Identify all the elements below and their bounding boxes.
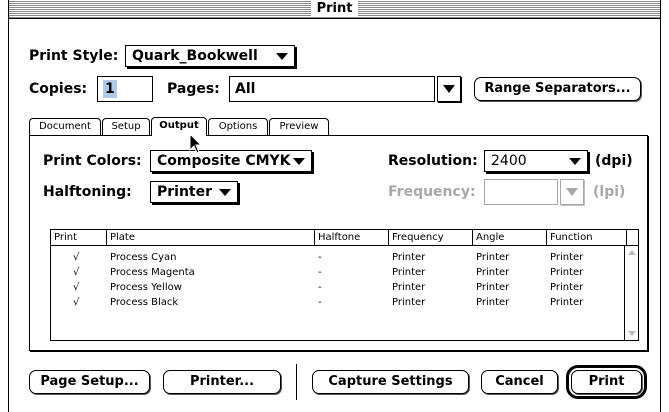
copies-field[interactable]: 1 — [97, 76, 153, 102]
window-title: Print — [310, 1, 359, 17]
frequency-label: Frequency: — [388, 184, 476, 200]
column-header-plate[interactable]: Plate — [106, 230, 314, 246]
print-colors-popup[interactable]: Composite CMYK — [150, 150, 312, 172]
cell-angle: Printer — [476, 267, 510, 278]
column-header-print[interactable]: Print — [51, 230, 106, 246]
tab-output[interactable]: Output — [151, 117, 207, 136]
plates-scrollbar[interactable] — [624, 246, 638, 340]
cell-function: Printer — [550, 297, 584, 308]
cell-angle: Printer — [476, 282, 510, 293]
cell-angle: Printer — [476, 252, 510, 263]
triangle-down-icon — [443, 85, 455, 93]
button-divider — [296, 364, 297, 400]
frequency-dropdown-button — [560, 179, 584, 205]
chevron-down-icon — [276, 53, 288, 60]
resolution-value: 2400 — [491, 153, 527, 169]
capture-settings-button[interactable]: Capture Settings — [312, 370, 469, 394]
tab-options[interactable]: Options — [208, 118, 268, 135]
tab-setup[interactable]: Setup — [102, 118, 150, 135]
frequency-unit: (lpi) — [593, 184, 626, 200]
frequency-field — [484, 179, 558, 205]
scroll-down-icon[interactable] — [628, 331, 636, 336]
pages-dropdown-button[interactable] — [437, 76, 461, 102]
printer-button[interactable]: Printer... — [163, 370, 281, 394]
cell-print[interactable]: √ — [73, 265, 79, 280]
column-header-halftone[interactable]: Halftone — [314, 230, 388, 246]
print-colors-label: Print Colors: — [43, 153, 142, 169]
cell-frequency: Printer — [392, 282, 426, 293]
cell-angle: Printer — [476, 297, 510, 308]
cell-plate: Process Cyan — [110, 252, 177, 263]
cell-print[interactable]: √ — [73, 280, 79, 295]
print-dialog: Print Print Style: Quark_Bookwell Copies… — [8, 0, 661, 412]
cell-print[interactable]: √ — [73, 295, 79, 310]
resolution-unit: (dpi) — [595, 153, 633, 169]
chevron-down-icon — [569, 158, 581, 165]
cell-plate: Process Black — [110, 297, 179, 308]
column-header-angle[interactable]: Angle — [472, 230, 546, 246]
cell-plate: Process Magenta — [110, 267, 195, 278]
halftoning-value: Printer — [157, 184, 213, 200]
copies-label: Copies: — [29, 81, 88, 97]
cell-frequency: Printer — [392, 267, 426, 278]
cell-halftone: - — [318, 282, 322, 293]
plates-table[interactable]: Print Plate Halftone Frequency Angle Fun… — [50, 229, 639, 341]
print-style-label: Print Style: — [29, 48, 119, 64]
cell-print[interactable]: √ — [73, 250, 79, 265]
print-button[interactable]: Print — [566, 365, 647, 399]
cancel-button[interactable]: Cancel — [481, 370, 558, 394]
halftoning-popup[interactable]: Printer — [150, 181, 238, 203]
tab-document[interactable]: Document — [29, 118, 101, 135]
arrow-cursor-icon — [189, 133, 203, 154]
title-bar[interactable]: Print — [9, 0, 660, 19]
chevron-down-icon — [219, 189, 231, 196]
column-header-frequency[interactable]: Frequency — [388, 230, 472, 246]
copies-value: 1 — [103, 80, 117, 98]
cell-plate: Process Yellow — [110, 282, 182, 293]
print-style-popup[interactable]: Quark_Bookwell — [125, 45, 295, 67]
print-colors-value: Composite CMYK — [157, 153, 291, 169]
cell-function: Printer — [550, 282, 584, 293]
resolution-label: Resolution: — [388, 153, 478, 169]
column-header-spacer — [626, 230, 638, 246]
pages-field[interactable]: All — [229, 76, 435, 102]
scroll-up-icon[interactable] — [628, 250, 636, 255]
cell-frequency: Printer — [392, 252, 426, 263]
cell-halftone: - — [318, 267, 322, 278]
pages-label: Pages: — [167, 81, 220, 97]
pages-value: All — [235, 81, 256, 97]
triangle-down-icon — [566, 188, 578, 196]
print-style-value: Quark_Bookwell — [132, 48, 258, 64]
chevron-down-icon — [293, 158, 305, 165]
cell-function: Printer — [550, 252, 584, 263]
column-header-function[interactable]: Function — [546, 230, 626, 246]
tab-preview[interactable]: Preview — [269, 118, 329, 135]
cell-halftone: - — [318, 252, 322, 263]
cell-halftone: - — [318, 297, 322, 308]
halftoning-label: Halftoning: — [43, 184, 132, 200]
cell-function: Printer — [550, 267, 584, 278]
resolution-popup[interactable]: 2400 — [484, 150, 588, 172]
cell-frequency: Printer — [392, 297, 426, 308]
page-setup-button[interactable]: Page Setup... — [29, 370, 150, 394]
range-separators-button[interactable]: Range Separators... — [474, 77, 641, 101]
